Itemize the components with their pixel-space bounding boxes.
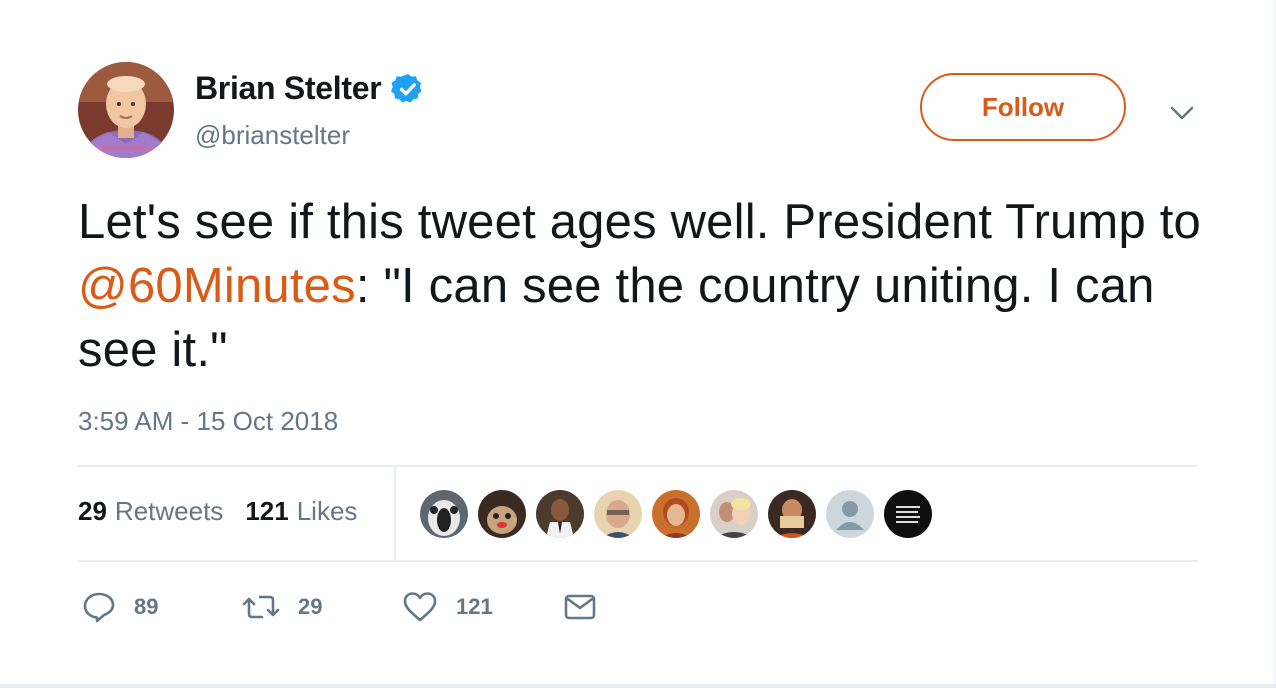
chevron-down-icon[interactable] [1168,100,1196,124]
follow-button[interactable]: Follow [920,73,1126,141]
liker-avatar[interactable] [884,490,932,538]
retweets-count: 29 [78,496,107,526]
divider-vertical [394,467,396,560]
display-name-text: Brian Stelter [195,70,382,106]
retweet-count: 29 [298,594,323,619]
retweets-stat[interactable]: 29 Retweets [78,496,223,527]
envelope-icon [564,594,596,620]
action-bar: 89 29 121 [82,590,596,624]
divider [78,465,1198,467]
edge-shadow [0,684,1276,688]
mention-link[interactable]: @60Minutes [78,259,356,313]
likes-stat[interactable]: 121 Likes [245,496,357,527]
tweet-page: Brian Stelter @brianstelter Follow Let's… [0,0,1276,688]
liker-avatar[interactable] [710,490,758,538]
verified-badge-icon [391,73,422,103]
liker-avatar[interactable] [652,490,700,538]
likes-count: 121 [245,496,289,526]
liker-avatars [420,490,932,538]
direct-message-button[interactable] [564,593,596,621]
liker-avatar[interactable] [478,490,526,538]
reply-count: 89 [134,594,159,619]
liker-avatar[interactable] [594,490,642,538]
retweets-label: Retweets [114,496,224,526]
user-display-name[interactable]: Brian Stelter [195,70,425,107]
liker-avatar[interactable] [826,490,874,538]
user-avatar[interactable] [78,62,174,158]
likes-label: Likes [296,496,358,526]
tweet-stats: 29 Retweets 121 Likes [78,496,357,527]
liker-avatar[interactable] [536,490,584,538]
retweet-icon [242,595,280,619]
like-count: 121 [456,594,493,619]
user-handle[interactable]: @brianstelter [195,120,350,151]
like-button[interactable]: 121 [402,590,564,624]
retweet-button[interactable]: 29 [242,590,402,624]
tweet-timestamp[interactable]: 3:59 AM - 15 Oct 2018 [78,406,338,437]
reply-button[interactable]: 89 [82,590,242,624]
liker-avatar[interactable] [420,490,468,538]
divider [78,560,1198,562]
tweet-text: Let's see if this tweet ages well. Presi… [78,190,1238,382]
tweet-text-part: Let's see if this tweet ages well. Presi… [78,195,1201,249]
liker-avatar[interactable] [768,490,816,538]
heart-icon [403,592,437,622]
reply-icon [83,592,115,623]
